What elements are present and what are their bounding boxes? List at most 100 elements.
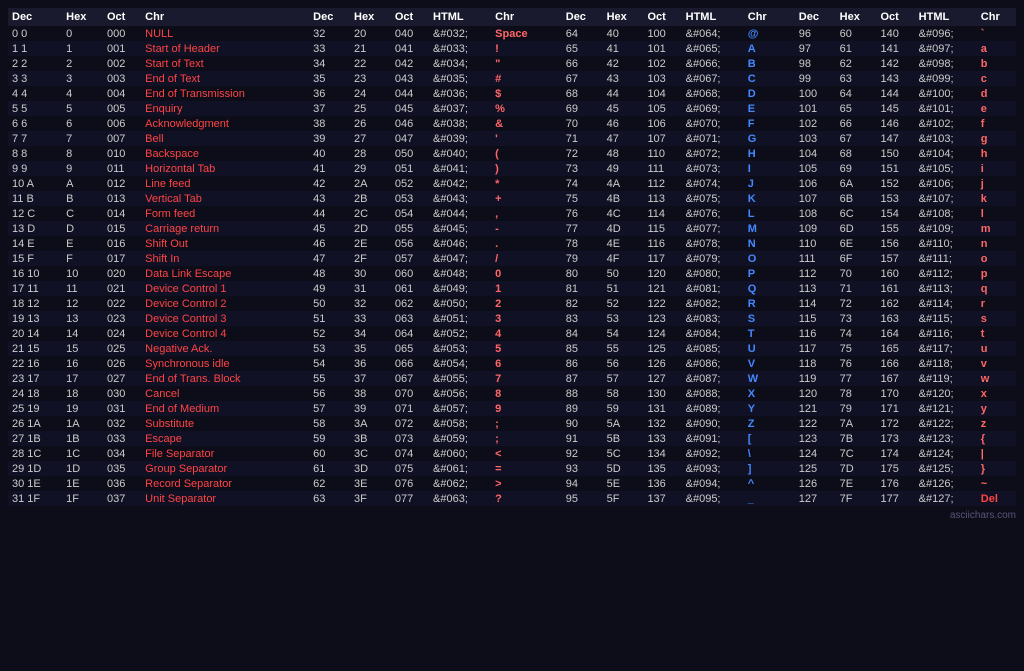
col-sep1 [297,131,309,146]
col-sep1 [297,101,309,116]
col4-char: a [977,41,1016,56]
col4-oct: 144 [876,86,914,101]
col1-hex: 17 [62,371,103,386]
col-sep2 [550,41,562,56]
col2-char: ( [491,146,550,161]
col-sep1 [297,281,309,296]
col2-oct: 043 [391,71,429,86]
col3-char: U [744,341,783,356]
col4-hex: 66 [836,116,877,131]
col1-hex: 0 [62,26,103,41]
col4-hex: 68 [836,146,877,161]
col-sep2 [550,131,562,146]
col1-hex: 9 [62,161,103,176]
col4-char: e [977,101,1016,116]
col4-dec: 111 [795,251,836,266]
col4-hex: 7B [836,431,877,446]
col3-char: F [744,116,783,131]
col1-dec: 22 16 [8,356,62,371]
col1-oct: 015 [103,221,141,236]
col1-oct: 003 [103,71,141,86]
col3-char: P [744,266,783,281]
col-sep2 [550,401,562,416]
col3-char: K [744,191,783,206]
col3-char: J [744,176,783,191]
col1-dec: 12 C [8,206,62,221]
col4-oct: 143 [876,71,914,86]
col-sep2 [550,296,562,311]
col3-hex: 49 [603,161,644,176]
col3-char: _ [744,491,783,506]
col1-hex: 2 [62,56,103,71]
col1-oct: 026 [103,356,141,371]
col1-oct: 035 [103,461,141,476]
col3-hex: 48 [603,146,644,161]
col1-dec: 6 6 [8,116,62,131]
col1-hex: 15 [62,341,103,356]
col3-hex: 52 [603,296,644,311]
col-sep2 [550,176,562,191]
col2-oct: 045 [391,101,429,116]
col-sep3 [783,26,795,41]
col3-html: &#074; [682,176,744,191]
col3-dec: 83 [562,311,603,326]
table-row: 24 18 18 030 Cancel 56 38 070 &#056; 8 8… [8,386,1016,401]
col4-dec: 108 [795,206,836,221]
col4-oct: 142 [876,56,914,71]
col3-dec: 69 [562,101,603,116]
col2-html: &#047; [429,251,491,266]
col4-html: &#107; [915,191,977,206]
col4-char: d [977,86,1016,101]
col2-html: &#054; [429,356,491,371]
col1-oct: 000 [103,26,141,41]
table-row: 26 1A 1A 032 Substitute 58 3A 072 &#058;… [8,416,1016,431]
col-sep3 [783,266,795,281]
col4-hex: 69 [836,161,877,176]
col3-oct: 134 [643,446,681,461]
col3-char: W [744,371,783,386]
col3-dec: 84 [562,326,603,341]
col-sep3 [783,56,795,71]
col3-oct: 107 [643,131,681,146]
col3-hex: 57 [603,371,644,386]
col4-dec: 97 [795,41,836,56]
col1-oct: 022 [103,296,141,311]
col1-chr: Acknowledgment [141,116,297,131]
col4-oct: 154 [876,206,914,221]
col4-oct: 157 [876,251,914,266]
col3-oct: 132 [643,416,681,431]
col3-char: E [744,101,783,116]
col3-oct: 122 [643,296,681,311]
col3-hex: 51 [603,281,644,296]
col2-hex: 23 [350,71,391,86]
col1-hex: 7 [62,131,103,146]
col4-html: &#110; [915,236,977,251]
col3-oct: 125 [643,341,681,356]
col-sep2 [550,311,562,326]
col2-oct: 075 [391,461,429,476]
col2-dec: 35 [309,71,350,86]
table-row: 9 9 9 011 Horizontal Tab 41 29 051 &#041… [8,161,1016,176]
col2-char: / [491,251,550,266]
col3-hex: 43 [603,71,644,86]
col-sep3 [783,386,795,401]
col1-dec: 23 17 [8,371,62,386]
col1-dec: 19 13 [8,311,62,326]
col4-oct: 165 [876,341,914,356]
table-row: 20 14 14 024 Device Control 4 52 34 064 … [8,326,1016,341]
col-sep2 [550,461,562,476]
col4-html: &#126; [915,476,977,491]
col4-hex: 74 [836,326,877,341]
col2-hex: 3C [350,446,391,461]
col2-char: % [491,101,550,116]
col3-oct: 133 [643,431,681,446]
col2-oct: 061 [391,281,429,296]
col1-oct: 016 [103,236,141,251]
col4-char: i [977,161,1016,176]
col2-html: &#046; [429,236,491,251]
col2-html: &#038; [429,116,491,131]
table-body: 0 0 0 000 NULL 32 20 040 &#032; Space 64… [8,26,1016,506]
col1-oct: 031 [103,401,141,416]
col2-hex: 2D [350,221,391,236]
col4-oct: 145 [876,101,914,116]
